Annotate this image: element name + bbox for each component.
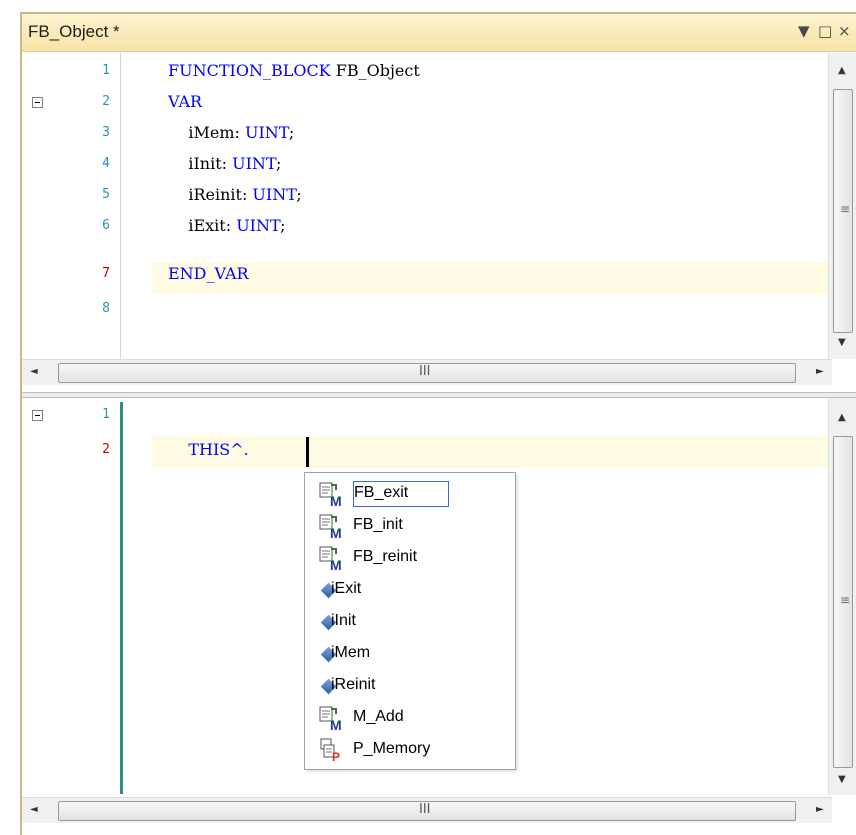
code-line: iMem: UINT; — [168, 123, 295, 142]
autocomplete-item[interactable]: iExit — [315, 575, 505, 605]
code-line: VAR — [168, 92, 203, 111]
line-number: 1 — [102, 63, 110, 78]
editor-tab-title: FB_Object * — [28, 22, 120, 41]
svg-text:P: P — [332, 750, 340, 763]
autocomplete-item-label: P_Memory — [353, 740, 431, 757]
method-icon: M — [319, 706, 342, 731]
autocomplete-item[interactable]: M FB_exit — [315, 479, 505, 509]
grip-icon: ≡ — [840, 593, 851, 607]
scroll-left-arrow-icon[interactable]: ◄ — [30, 366, 38, 377]
autocomplete-item[interactable]: P P_Memory — [315, 735, 505, 765]
method-icon: M — [319, 514, 342, 539]
line-number: 6 — [102, 218, 110, 233]
code-line: END_VAR — [168, 264, 249, 283]
vertical-scrollbar[interactable]: ▲ ≡ ▼ — [828, 398, 856, 795]
autocomplete-item-label: FB_exit — [353, 481, 450, 507]
autocomplete-item[interactable]: iReinit — [315, 671, 505, 701]
autocomplete-item-label: FB_reinit — [353, 548, 418, 565]
gutter-divider — [120, 53, 121, 359]
method-icon: M — [319, 546, 342, 571]
scroll-up-arrow-icon[interactable]: ▲ — [838, 412, 846, 423]
autocomplete-item-label: M_Add — [353, 708, 404, 725]
autocomplete-item[interactable]: iInit — [315, 607, 505, 637]
autocomplete-item[interactable]: iMem — [315, 639, 505, 669]
line-number: 2 — [102, 94, 110, 109]
code-line: iInit: UINT; — [168, 154, 282, 173]
horizontal-scrollbar[interactable]: ◄ III ► — [22, 797, 832, 823]
fold-collapse-icon[interactable] — [32, 410, 43, 421]
autocomplete-list[interactable]: M FB_exit M FB_init M FB_reinit iExit iI… — [304, 472, 516, 770]
scrollbar-thumb[interactable]: III — [58, 363, 796, 383]
autocomplete-item[interactable]: M FB_init — [315, 511, 505, 541]
property-icon: P — [320, 738, 340, 763]
current-line-highlight — [152, 436, 828, 468]
line-number: 5 — [102, 187, 110, 202]
dropdown-menu-icon[interactable]: ▼ — [798, 22, 810, 40]
code-line: iExit: UINT; — [168, 216, 286, 235]
editor-title-bar: FB_Object * ▼ □ × — [22, 14, 856, 52]
autocomplete-item-label: FB_init — [353, 516, 403, 533]
svg-text:M: M — [330, 717, 342, 731]
fold-collapse-icon[interactable] — [32, 97, 43, 108]
autocomplete-item-label: iExit — [331, 580, 362, 597]
scroll-up-arrow-icon[interactable]: ▲ — [838, 65, 846, 76]
line-number: 4 — [102, 156, 110, 171]
autocomplete-item[interactable]: M FB_reinit — [315, 543, 505, 573]
autocomplete-item-label: iMem — [331, 644, 371, 661]
line-number: 3 — [102, 125, 110, 140]
scroll-right-arrow-icon[interactable]: ► — [816, 366, 824, 377]
text-cursor — [306, 437, 309, 467]
autocomplete-item[interactable]: M M_Add — [315, 703, 505, 733]
grip-icon: ≡ — [840, 202, 851, 216]
code-line: iReinit: UINT; — [168, 185, 302, 204]
scrollbar-thumb[interactable]: III — [58, 801, 796, 821]
line-number: 8 — [102, 301, 110, 316]
autocomplete-item-label: iReinit — [331, 676, 376, 693]
code-line: THIS^. — [168, 440, 249, 459]
grip-icon: III — [419, 364, 431, 379]
change-indicator-bar — [120, 402, 123, 794]
horizontal-scrollbar[interactable]: ◄ III ► — [22, 359, 832, 385]
current-line-highlight — [152, 262, 828, 294]
scroll-down-arrow-icon[interactable]: ▼ — [838, 337, 846, 348]
vertical-scrollbar[interactable]: ▲ ≡ ▼ — [828, 53, 856, 359]
line-number: 1 — [102, 407, 110, 422]
line-number: 2 — [102, 442, 110, 457]
autocomplete-item-label: iInit — [331, 612, 356, 629]
maximize-icon[interactable]: □ — [818, 22, 832, 40]
scroll-right-arrow-icon[interactable]: ► — [816, 804, 824, 815]
scroll-left-arrow-icon[interactable]: ◄ — [30, 804, 38, 815]
scrollbar-thumb[interactable]: ≡ — [833, 89, 853, 333]
scrollbar-thumb[interactable]: ≡ — [833, 436, 853, 768]
declaration-editor[interactable]: 1 2 3 4 5 6 7 8 FUNCTION_BLOCK FB_Object… — [22, 53, 856, 359]
code-line: FUNCTION_BLOCK FB_Object — [168, 61, 420, 80]
method-icon: M — [319, 482, 342, 507]
svg-text:M: M — [330, 525, 342, 539]
svg-text:M: M — [330, 493, 342, 507]
close-icon[interactable]: × — [838, 22, 851, 40]
grip-icon: III — [419, 802, 431, 817]
svg-text:M: M — [330, 557, 342, 571]
line-number: 7 — [102, 266, 110, 281]
line-number-gutter — [22, 398, 122, 795]
scroll-down-arrow-icon[interactable]: ▼ — [838, 774, 846, 785]
